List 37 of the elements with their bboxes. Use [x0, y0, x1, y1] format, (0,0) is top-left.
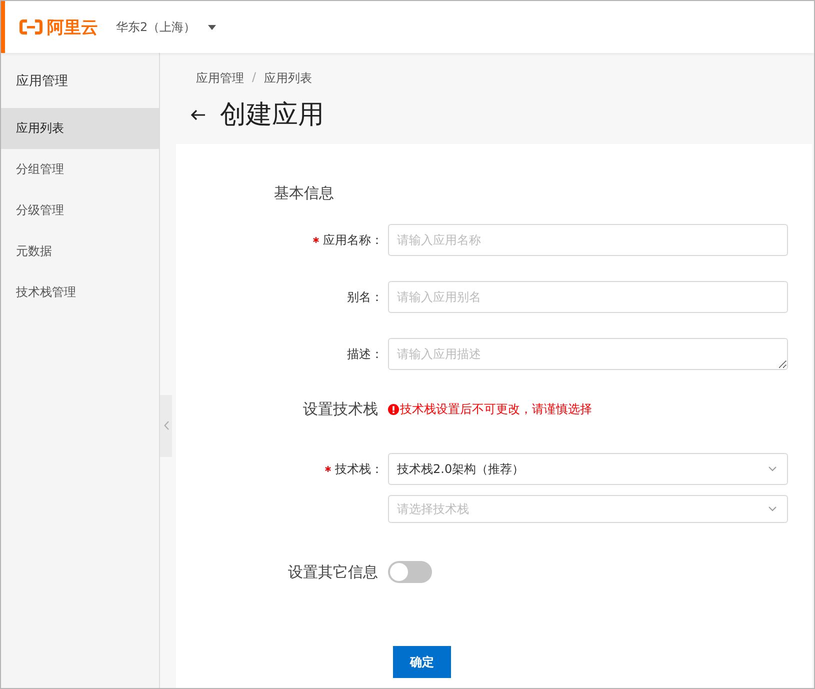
text-field[interactable]: 请输入应用名称: [388, 224, 788, 256]
region-dropdown[interactable]: 华东2（上海）: [116, 18, 216, 36]
toggle-switch[interactable]: [388, 561, 432, 583]
logo-icon: [19, 19, 43, 35]
sidebar-item[interactable]: 应用列表: [1, 108, 159, 149]
required-asterisk-icon: [325, 466, 331, 472]
logo-text: 阿里云: [47, 16, 98, 38]
section-heading: 设置技术栈: [303, 400, 378, 419]
sidebar-title: 应用管理: [15, 72, 69, 90]
alert-icon: [388, 404, 399, 415]
chevron-down-icon: [768, 466, 777, 472]
sidebar-item[interactable]: 元数据: [1, 231, 159, 272]
field-label: 别名：: [347, 288, 383, 306]
page-title: 创建应用: [220, 99, 324, 132]
arrow-left-icon: [190, 108, 206, 120]
warning-note: 技术栈设置后不可更改，请谨慎选择: [388, 401, 592, 418]
back-button[interactable]: [190, 108, 206, 120]
section-heading: 基本信息: [273, 184, 335, 203]
chevron-left-icon: [164, 421, 168, 430]
text-area[interactable]: 请输入应用描述: [388, 338, 788, 370]
sidebar-item[interactable]: 技术栈管理: [1, 272, 159, 313]
sidebar-item[interactable]: 分组管理: [1, 149, 159, 190]
text-field[interactable]: 请输入应用别名: [388, 281, 788, 313]
breadcrumb-separator: /: [252, 70, 256, 86]
caret-icon: [208, 24, 216, 30]
field-label: 技术栈：: [335, 460, 383, 478]
confirm-button[interactable]: 确定: [393, 646, 451, 678]
collapse-handle[interactable]: [160, 394, 172, 456]
breadcrumb-link[interactable]: 应用管理: [196, 70, 244, 87]
select-field[interactable]: 技术栈2.0架构（推荐）: [388, 453, 788, 485]
chevron-down-icon: [768, 506, 777, 512]
field-label: 描述：: [347, 346, 383, 362]
field-label: 应用名称：: [323, 232, 383, 248]
required-asterisk-icon: [313, 237, 319, 243]
breadcrumb-link[interactable]: 应用列表: [264, 70, 312, 87]
toggle-label: 设置其它信息: [288, 562, 378, 582]
sidebar-item[interactable]: 分级管理: [1, 190, 159, 231]
